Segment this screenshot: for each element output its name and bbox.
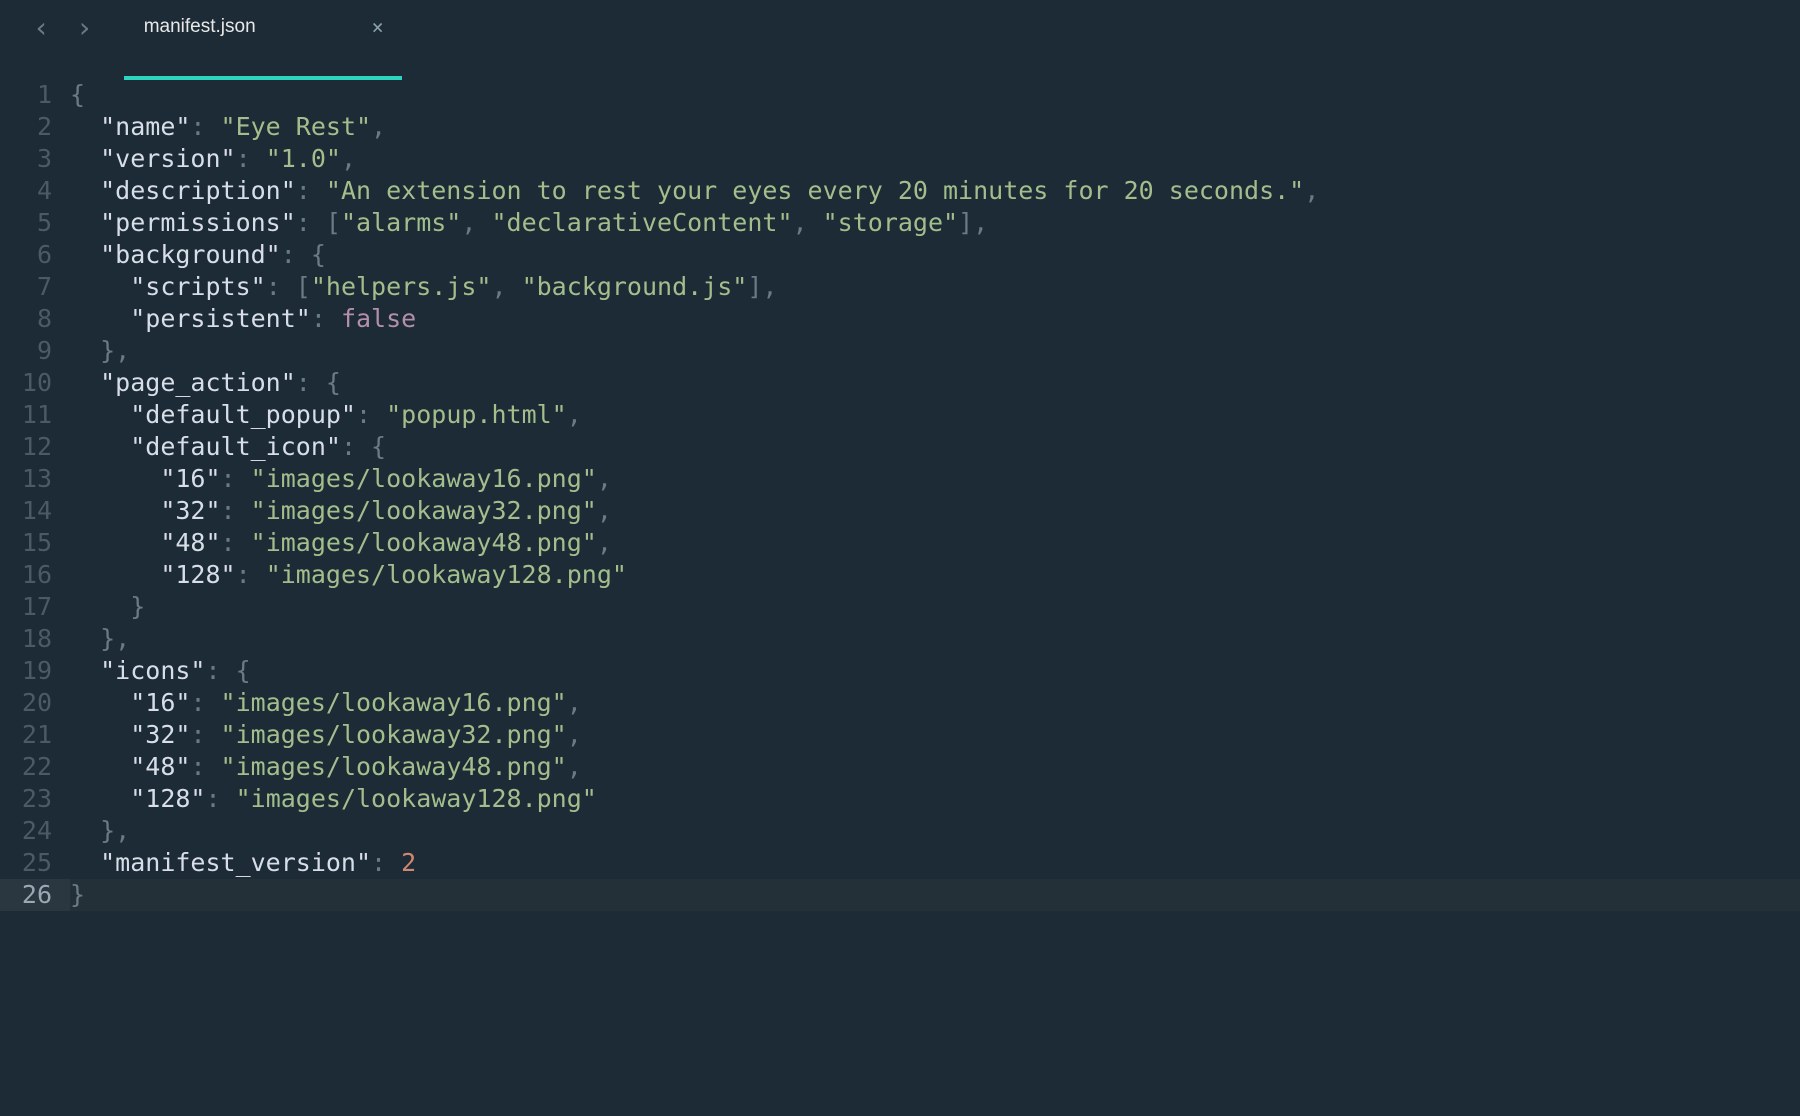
line-number: 18 xyxy=(0,623,52,655)
line-number: 25 xyxy=(0,847,52,879)
code-content[interactable]: { "name": "Eye Rest", "version": "1.0", … xyxy=(70,79,1800,911)
line-number: 9 xyxy=(0,335,52,367)
code-line[interactable]: "default_popup": "popup.html", xyxy=(70,399,1800,431)
nav-back-icon[interactable]: ‹ xyxy=(20,11,63,44)
line-number: 26 xyxy=(0,879,70,911)
code-line[interactable]: } xyxy=(70,879,1800,911)
line-number: 3 xyxy=(0,143,52,175)
line-number: 4 xyxy=(0,175,52,207)
code-line[interactable]: { xyxy=(70,79,1800,111)
code-line[interactable]: "manifest_version": 2 xyxy=(70,847,1800,879)
line-number: 23 xyxy=(0,783,52,815)
line-number: 8 xyxy=(0,303,52,335)
line-number: 13 xyxy=(0,463,52,495)
code-line[interactable]: "default_icon": { xyxy=(70,431,1800,463)
code-line[interactable]: "page_action": { xyxy=(70,367,1800,399)
close-icon[interactable]: × xyxy=(372,15,384,39)
line-number: 19 xyxy=(0,655,52,687)
line-number: 2 xyxy=(0,111,52,143)
code-line[interactable]: "permissions": ["alarms", "declarativeCo… xyxy=(70,207,1800,239)
code-line[interactable]: } xyxy=(70,591,1800,623)
line-number: 6 xyxy=(0,239,52,271)
code-line[interactable]: "16": "images/lookaway16.png", xyxy=(70,463,1800,495)
code-line[interactable]: "background": { xyxy=(70,239,1800,271)
code-line[interactable]: "name": "Eye Rest", xyxy=(70,111,1800,143)
nav-forward-icon[interactable]: › xyxy=(63,11,106,44)
code-line[interactable]: "icons": { xyxy=(70,655,1800,687)
code-line[interactable]: "version": "1.0", xyxy=(70,143,1800,175)
line-number: 24 xyxy=(0,815,52,847)
code-line[interactable]: "32": "images/lookaway32.png", xyxy=(70,495,1800,527)
code-line[interactable]: }, xyxy=(70,335,1800,367)
code-line[interactable]: "128": "images/lookaway128.png" xyxy=(70,783,1800,815)
line-number: 17 xyxy=(0,591,52,623)
tab-manifest[interactable]: manifest.json × xyxy=(124,0,402,54)
line-number: 15 xyxy=(0,527,52,559)
code-line[interactable]: "48": "images/lookaway48.png", xyxy=(70,751,1800,783)
code-line[interactable]: "scripts": ["helpers.js", "background.js… xyxy=(70,271,1800,303)
tab-active-indicator xyxy=(124,76,402,80)
code-line[interactable]: "16": "images/lookaway16.png", xyxy=(70,687,1800,719)
line-number: 5 xyxy=(0,207,52,239)
code-line[interactable]: "persistent": false xyxy=(70,303,1800,335)
line-number-gutter: 1234567891011121314151617181920212223242… xyxy=(0,79,70,911)
code-line[interactable]: "48": "images/lookaway48.png", xyxy=(70,527,1800,559)
line-number: 16 xyxy=(0,559,52,591)
code-line[interactable]: "32": "images/lookaway32.png", xyxy=(70,719,1800,751)
line-number: 11 xyxy=(0,399,52,431)
tab-title: manifest.json xyxy=(144,16,256,38)
code-line[interactable]: "description": "An extension to rest you… xyxy=(70,175,1800,207)
line-number: 7 xyxy=(0,271,52,303)
code-line[interactable]: }, xyxy=(70,815,1800,847)
code-line[interactable]: }, xyxy=(70,623,1800,655)
line-number: 12 xyxy=(0,431,52,463)
code-line[interactable]: "128": "images/lookaway128.png" xyxy=(70,559,1800,591)
line-number: 20 xyxy=(0,687,52,719)
line-number: 1 xyxy=(0,79,52,111)
line-number: 10 xyxy=(0,367,52,399)
code-editor[interactable]: 1234567891011121314151617181920212223242… xyxy=(0,79,1800,911)
tab-bar: ‹ › manifest.json × xyxy=(0,0,1800,54)
line-number: 21 xyxy=(0,719,52,751)
line-number: 22 xyxy=(0,751,52,783)
line-number: 14 xyxy=(0,495,52,527)
